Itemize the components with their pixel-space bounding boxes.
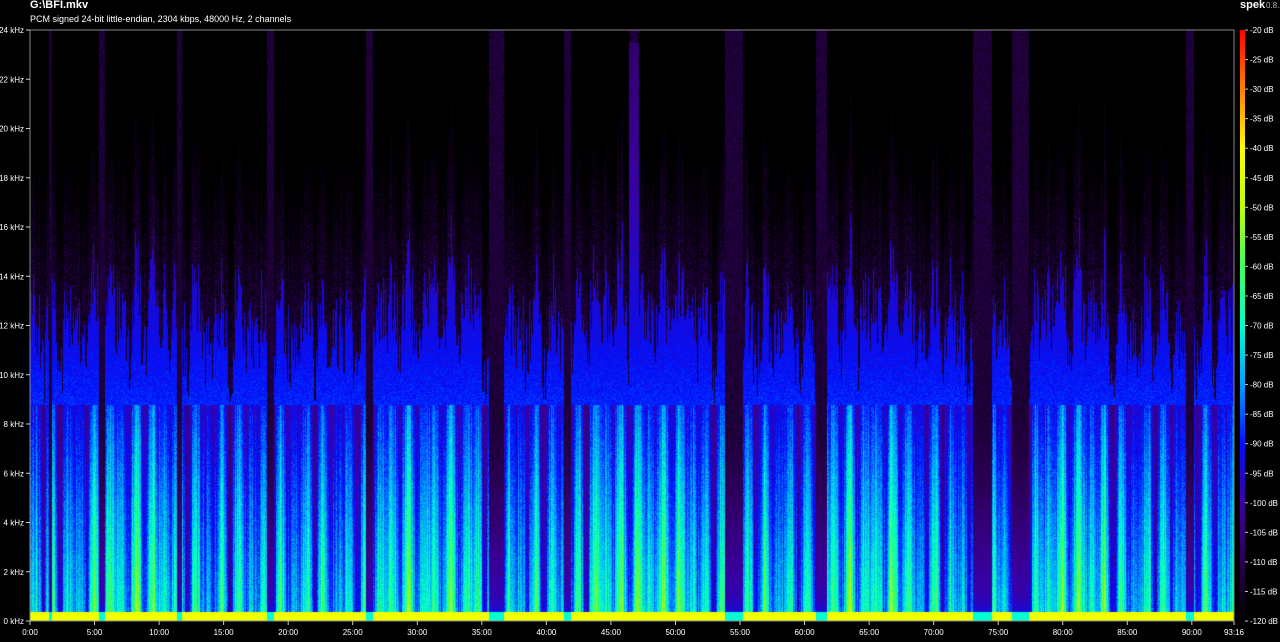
y-tick-label: 0 kHz	[4, 617, 24, 626]
y-tick-label: 4 kHz	[4, 519, 24, 528]
x-tick-label: 45:00	[601, 628, 622, 637]
x-tick-label: 5:00	[87, 628, 103, 637]
colorbar-tick-label: -110 dB	[1250, 558, 1277, 567]
x-tick-label: 40:00	[536, 628, 557, 637]
x-tick-label: 25:00	[343, 628, 364, 637]
colorbar-tick-label: -120 dB	[1250, 617, 1278, 626]
colorbar-tick-label: -45 dB	[1250, 174, 1274, 183]
spectrogram-chart: 0 kHz 2 kHz 4 kHz 6 kHz 8 kHz 10 kHz 12 kHz 14 …	[0, 26, 1278, 637]
colorbar-tick-label: -95 dB	[1250, 469, 1274, 478]
colorbar-tick-label: -100 dB	[1250, 499, 1278, 508]
x-tick-label: 0:00	[22, 628, 38, 637]
colorbar-tick-label: -20 dB	[1250, 26, 1274, 35]
colorbar-tick-label: -35 dB	[1250, 115, 1274, 124]
colorbar-tick-label: -70 dB	[1250, 322, 1274, 331]
y-tick-label: 16 kHz	[0, 223, 24, 232]
x-tick-label: 85:00	[1117, 628, 1138, 637]
x-tick-label: 20:00	[278, 628, 299, 637]
colorbar-tick-label: -105 dB	[1250, 528, 1278, 537]
colorbar-tick-label: -25 dB	[1250, 56, 1274, 65]
x-tick-label: 80:00	[1053, 628, 1074, 637]
colorbar-tick-label: -30 dB	[1250, 85, 1274, 94]
colorbar-tick-label: -60 dB	[1250, 262, 1274, 271]
x-tick-label: 65:00	[859, 628, 880, 637]
x-tick-label: 15:00	[214, 628, 235, 637]
colorbar-tick-label: -85 dB	[1250, 410, 1274, 419]
y-tick-label: 2 kHz	[4, 568, 24, 577]
colorbar-tick-label: -55 dB	[1250, 233, 1274, 242]
y-tick-label: 20 kHz	[0, 125, 24, 134]
x-tick-label: 35:00	[472, 628, 493, 637]
y-tick-label: 10 kHz	[0, 371, 24, 380]
y-tick-label: 14 kHz	[0, 272, 24, 281]
y-tick-label: 12 kHz	[0, 322, 24, 331]
colorbar-tick-label: -65 dB	[1250, 292, 1274, 301]
colorbar-tick-label: -115 dB	[1250, 587, 1277, 596]
x-tick-label: 55:00	[730, 628, 751, 637]
y-tick-label: 22 kHz	[0, 75, 24, 84]
x-tick-label: 50:00	[665, 628, 686, 637]
colorbar	[1240, 30, 1245, 621]
y-tick-label: 6 kHz	[4, 469, 24, 478]
colorbar-tick-label: -50 dB	[1250, 203, 1274, 212]
x-tick-label: 30:00	[407, 628, 428, 637]
colorbar-tick-label: -90 dB	[1250, 440, 1274, 449]
x-tick-label: 90:00	[1182, 628, 1203, 637]
y-tick-label: 24 kHz	[0, 26, 24, 35]
x-tick-label: 70:00	[924, 628, 945, 637]
spectrogram-image	[30, 30, 1234, 621]
y-tick-label: 8 kHz	[4, 420, 24, 429]
colorbar-tick-label: -40 dB	[1250, 144, 1274, 153]
colorbar-tick-label: -75 dB	[1250, 351, 1274, 360]
x-tick-label: 75:00	[988, 628, 1009, 637]
x-tick-label: 10:00	[149, 628, 170, 637]
colorbar-tick-label: -80 dB	[1250, 381, 1274, 390]
x-tick-label: 93:16	[1224, 628, 1245, 637]
y-tick-label: 18 kHz	[0, 174, 24, 183]
x-tick-label: 60:00	[795, 628, 816, 637]
